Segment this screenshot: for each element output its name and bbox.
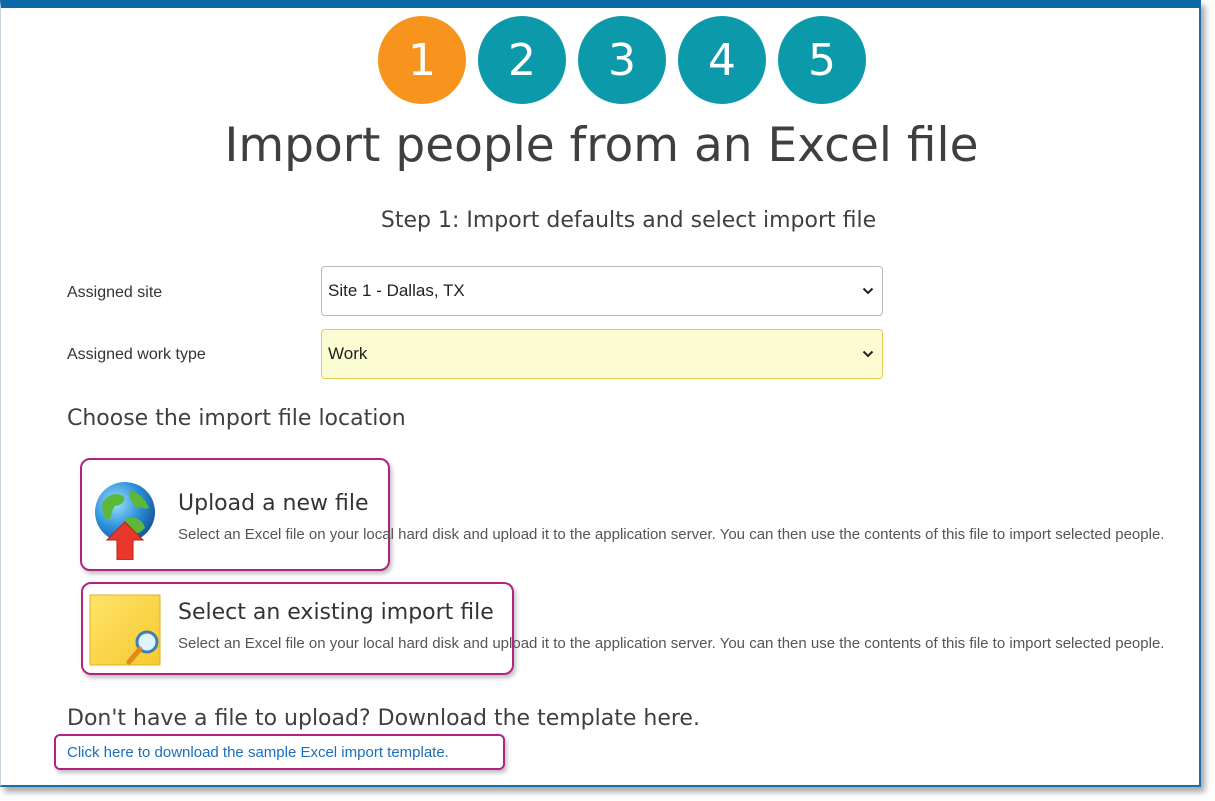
upload-new-file-description: Select an Excel file on your local hard … [178, 526, 1165, 543]
download-template-link[interactable]: Click here to download the sample Excel … [67, 744, 449, 761]
globe-upload-icon [93, 480, 157, 565]
location-heading: Choose the import file location [67, 406, 406, 431]
note-search-icon [89, 594, 165, 673]
assigned-site-value: Site 1 - Dallas, TX [328, 281, 465, 300]
step-5[interactable]: 5 [778, 16, 866, 104]
chevron-down-icon [862, 287, 874, 295]
template-heading: Don't have a file to upload? Download th… [67, 706, 700, 731]
select-existing-file-description: Select an Excel file on your local hard … [178, 635, 1165, 652]
step-4[interactable]: 4 [678, 16, 766, 104]
step-3[interactable]: 3 [578, 16, 666, 104]
page-subtitle: Step 1: Import defaults and select impor… [380, 208, 877, 233]
assigned-site-select[interactable]: Site 1 - Dallas, TX [321, 266, 883, 316]
assigned-site-label: Assigned site [67, 284, 163, 301]
step-indicator: 1 2 3 4 5 [378, 16, 866, 104]
assigned-work-type-label: Assigned work type [67, 346, 206, 363]
assigned-work-type-value: Work [328, 344, 368, 363]
chevron-down-icon [862, 350, 874, 358]
dialog-frame: 1 2 3 4 5 Import people from an Excel fi… [0, 0, 1201, 787]
page-title: Import people from an Excel file [224, 118, 979, 173]
select-existing-file-title: Select an existing import file [178, 600, 494, 625]
step-1[interactable]: 1 [378, 16, 466, 104]
assigned-work-type-select[interactable]: Work [321, 329, 883, 379]
step-2[interactable]: 2 [478, 16, 566, 104]
upload-new-file-title: Upload a new file [178, 491, 369, 516]
